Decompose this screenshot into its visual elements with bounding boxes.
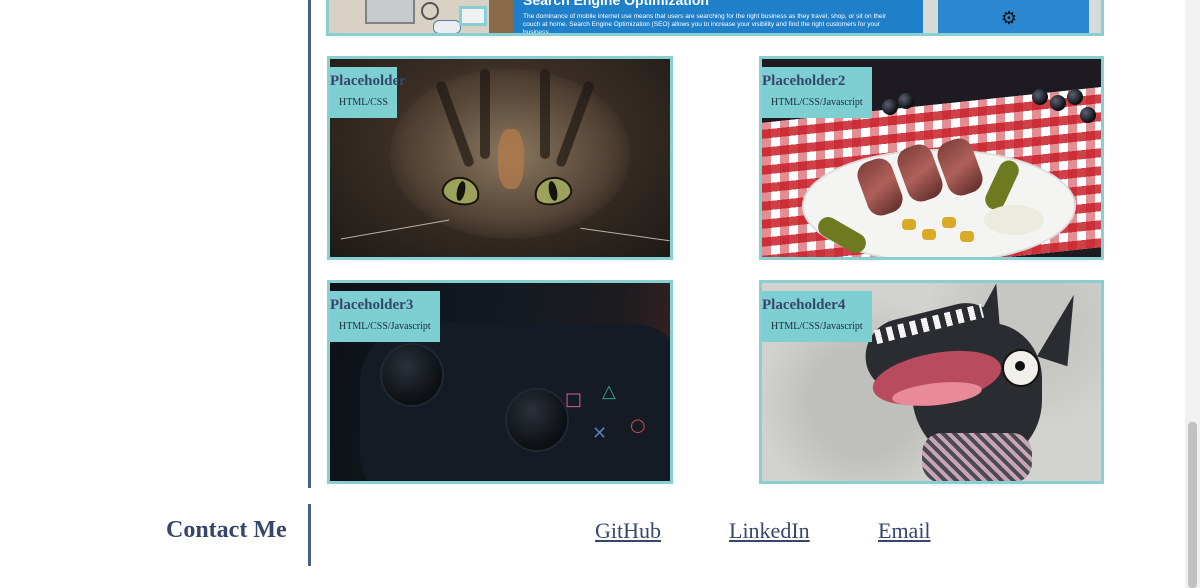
square-button-icon: □	[565, 389, 583, 410]
wolf-eye	[1002, 349, 1040, 387]
cat-stripe	[480, 69, 490, 159]
email-link[interactable]: Email	[878, 518, 931, 544]
project-title-4: Placeholder4	[762, 297, 846, 313]
magnifier-icon	[421, 2, 439, 20]
project-tech-1: HTML/CSS	[339, 97, 388, 108]
grape	[1067, 89, 1083, 105]
gear-icon: ⚙	[1000, 8, 1018, 29]
grape	[882, 99, 898, 115]
left-stick	[380, 343, 444, 407]
scrollbar-thumb[interactable]	[1188, 422, 1197, 588]
seo-banner-title: Search Engine Optimization	[523, 0, 709, 8]
grape	[1050, 95, 1066, 111]
potato	[922, 229, 936, 240]
banner-right-panel: ⚙	[938, 0, 1089, 33]
banner-edge	[1089, 0, 1101, 33]
cross-button-icon: ✕	[592, 423, 608, 444]
linkedin-link[interactable]: LinkedIn	[729, 518, 810, 544]
vertical-scrollbar[interactable]	[1185, 0, 1200, 588]
project-tech-2: HTML/CSS/Javascript	[771, 97, 863, 108]
seo-project-card[interactable]: Search Engine Optimization The dominance…	[326, 0, 1104, 36]
wood-table	[489, 0, 514, 33]
wolf-neck	[922, 433, 1032, 481]
project-title-3: Placeholder3	[330, 297, 414, 313]
project-card-4[interactable]: HTML/CSS/Javascript Placeholder4	[759, 280, 1104, 484]
project-title-1: Placeholder	[330, 73, 406, 89]
dip	[984, 205, 1044, 235]
project-card-1[interactable]: HTML/CSS Placeholder	[327, 56, 673, 260]
grape	[1032, 89, 1048, 105]
potato	[942, 217, 956, 228]
banner-gap	[923, 0, 938, 33]
projects-divider	[308, 0, 311, 488]
cat-whisker	[580, 227, 670, 242]
grape	[1080, 107, 1096, 123]
triangle-button-icon: △	[602, 381, 616, 402]
cat-whisker	[340, 219, 450, 240]
potato	[902, 219, 916, 230]
cat-blaze	[498, 129, 524, 189]
project-tech-3: HTML/CSS/Javascript	[339, 321, 431, 332]
project-card-3[interactable]: □ △ ✕ ○ HTML/CSS/Javascript Placeholder3	[327, 280, 673, 484]
circle-button-icon: ○	[630, 415, 646, 436]
right-stick	[505, 388, 569, 452]
seo-sticker-icon	[433, 20, 461, 33]
project-title-2: Placeholder2	[762, 73, 846, 89]
seo-project-image: Search Engine Optimization The dominance…	[329, 0, 1101, 33]
grape	[898, 93, 914, 109]
project-tech-4: HTML/CSS/Javascript	[771, 321, 863, 332]
desk-photo	[329, 0, 514, 33]
laptop-icon	[365, 0, 415, 24]
contact-divider	[308, 504, 311, 566]
contact-heading: Contact Me	[166, 517, 287, 543]
project-card-2[interactable]: HTML/CSS/Javascript Placeholder2	[759, 56, 1104, 260]
seo-banner-body: The dominance of mobile internet use mea…	[523, 13, 887, 33]
potato	[960, 231, 974, 242]
paper-card	[459, 6, 487, 26]
cat-stripe	[540, 69, 550, 159]
github-link[interactable]: GitHub	[595, 518, 661, 544]
